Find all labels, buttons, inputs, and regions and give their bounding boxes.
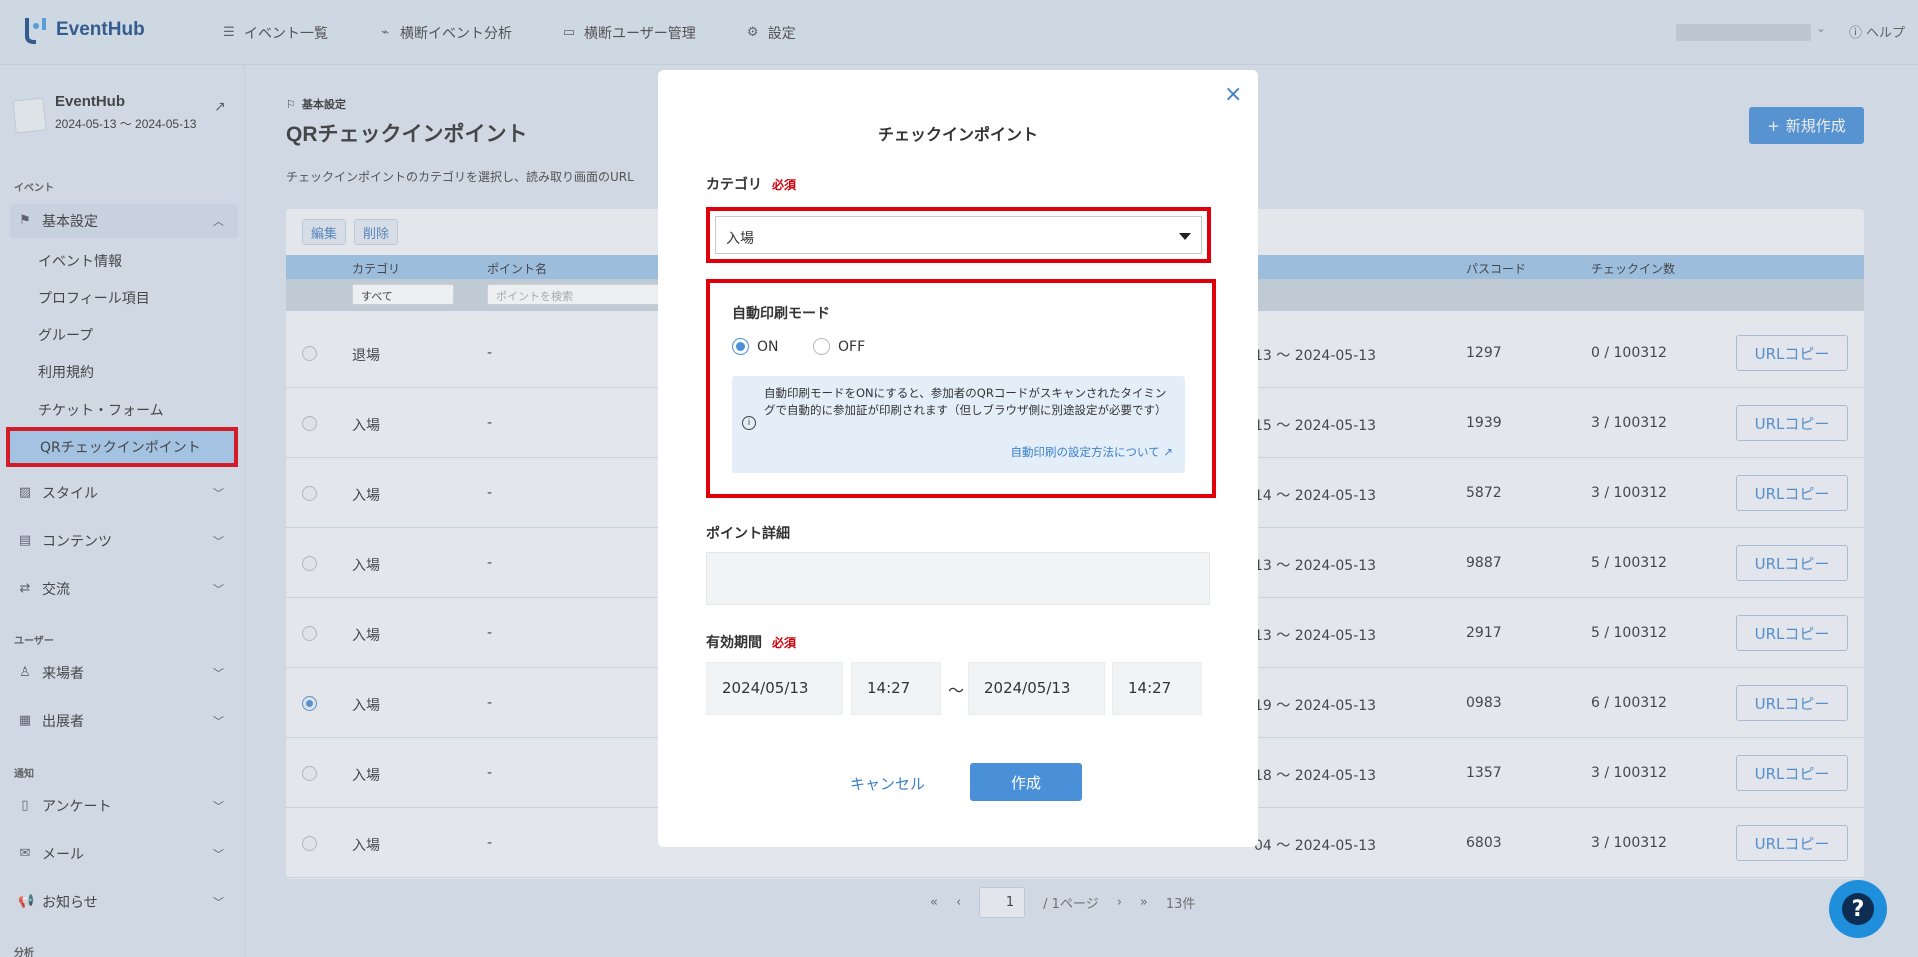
required-badge: 必須 — [772, 177, 797, 192]
start-date-input[interactable]: 2024/05/13 — [706, 662, 843, 715]
label-text: ポイント詳細 — [706, 526, 790, 542]
auto-print-highlight: 自動印刷モード ON OFF i 自動印刷モードをONにすると、参加者のQRコー… — [706, 279, 1216, 498]
checkin-point-modal: × チェックインポイント カテゴリ 必須 入場 自動印刷モード ON OFF i … — [658, 70, 1258, 847]
point-detail-textarea[interactable] — [706, 552, 1210, 605]
required-badge: 必須 — [772, 635, 797, 650]
radio-checked — [732, 338, 749, 355]
close-icon[interactable]: × — [1224, 82, 1242, 107]
info-text: 自動印刷モードをONにすると、参加者のQRコードがスキャンされたタイミングで自動… — [764, 386, 1167, 417]
auto-print-label: 自動印刷モード — [732, 306, 830, 322]
radio-label: OFF — [838, 338, 866, 355]
create-button[interactable]: 作成 — [970, 763, 1082, 801]
help-chat-button[interactable]: ? — [1829, 880, 1887, 938]
cancel-button[interactable]: キャンセル — [850, 773, 925, 794]
category-value: 入場 — [726, 231, 754, 247]
auto-print-help-link[interactable]: 自動印刷の設定方法について ↗ — [1011, 444, 1173, 460]
label-text: カテゴリ — [706, 177, 762, 193]
external-link-icon: ↗ — [1163, 445, 1173, 459]
start-time-input[interactable]: 14:27 — [851, 662, 941, 715]
auto-print-on-radio[interactable]: ON — [732, 338, 779, 355]
category-highlight: 入場 — [706, 207, 1211, 263]
modal-title: チェックインポイント — [877, 125, 1038, 144]
category-label: カテゴリ 必須 — [706, 174, 796, 194]
radio-label: ON — [757, 338, 779, 355]
detail-label: ポイント詳細 — [706, 523, 790, 543]
category-select[interactable]: 入場 — [715, 216, 1202, 254]
link-text: 自動印刷の設定方法について — [1010, 445, 1160, 459]
question-icon: ? — [1842, 893, 1874, 925]
range-separator: 〜 — [948, 681, 965, 700]
end-time-input[interactable]: 14:27 — [1112, 662, 1202, 715]
period-label: 有効期間 必須 — [706, 632, 796, 652]
auto-print-info: i 自動印刷モードをONにすると、参加者のQRコードがスキャンされたタイミングで… — [732, 376, 1185, 473]
end-date-input[interactable]: 2024/05/13 — [968, 662, 1105, 715]
auto-print-off-radio[interactable]: OFF — [813, 338, 865, 355]
caret-down-icon — [1179, 233, 1191, 240]
label-text: 有効期間 — [706, 635, 762, 651]
radio-unchecked — [813, 338, 830, 355]
info-icon: i — [742, 416, 756, 430]
